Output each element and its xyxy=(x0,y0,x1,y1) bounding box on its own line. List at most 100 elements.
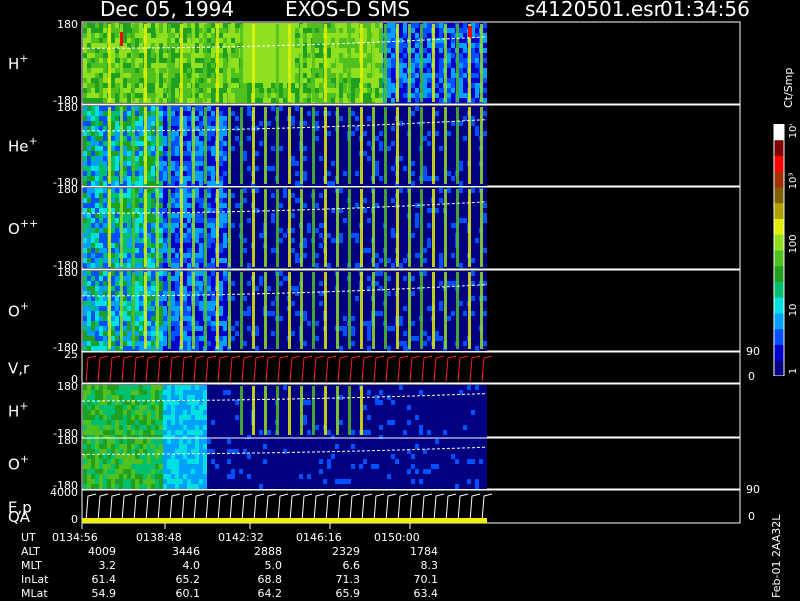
spectrogram-cell xyxy=(387,121,391,126)
spectrogram-cell xyxy=(183,156,187,161)
spectrogram-cell xyxy=(243,218,247,223)
spectrogram-cell xyxy=(219,98,223,103)
spectrogram-cell xyxy=(463,203,467,208)
spectrogram-cell xyxy=(327,161,331,166)
spectrogram-cell xyxy=(91,181,95,186)
spectrogram-cell xyxy=(103,43,107,48)
spectrogram-cell xyxy=(439,98,443,103)
spectrogram-cell xyxy=(475,48,479,53)
spectrogram-cell xyxy=(159,141,163,146)
spectrogram-cell xyxy=(403,248,407,253)
spectrogram-cell xyxy=(295,33,299,38)
spectrogram-cell xyxy=(327,73,331,78)
spectrogram-cell xyxy=(427,63,431,68)
spectrogram-cell xyxy=(463,198,467,203)
spectrogram-cell xyxy=(295,78,299,83)
spectrogram-cell xyxy=(411,243,415,248)
spectrogram-cell xyxy=(403,203,407,208)
spectrogram-cell xyxy=(99,73,103,78)
spectrogram-cell xyxy=(195,253,199,258)
spectrogram-cell xyxy=(91,48,95,53)
spectrogram-cell xyxy=(267,136,271,141)
spectrogram-cell xyxy=(235,43,239,48)
spectrogram-cell xyxy=(95,161,99,166)
spectrogram-cell xyxy=(279,83,283,88)
spectrogram-cell xyxy=(235,193,239,198)
spectrogram-cell xyxy=(327,243,331,248)
spectrogram-cell xyxy=(427,58,431,63)
spectrogram-cell xyxy=(231,121,235,126)
spectrogram-cell xyxy=(95,253,99,258)
spectrogram-cell xyxy=(183,93,187,98)
spectrogram-cell xyxy=(115,243,119,248)
spectrogram-cell xyxy=(343,166,347,171)
spectrogram-cell xyxy=(95,63,99,68)
spectrogram-cell xyxy=(151,243,155,248)
spectrogram-cell xyxy=(99,78,103,83)
spectrogram-cell xyxy=(195,68,199,73)
spectrogram-cell xyxy=(375,156,379,161)
spectrogram-cell xyxy=(343,193,347,198)
spectrogram-cell xyxy=(463,166,467,171)
spectrogram-cell xyxy=(427,73,431,78)
spectrogram-cell xyxy=(291,161,295,166)
spectrogram-cell xyxy=(195,161,199,166)
spectrogram-cell xyxy=(483,58,487,63)
spectrogram-cell xyxy=(447,111,451,116)
spectrogram-cell xyxy=(427,188,431,193)
spectrogram-cell xyxy=(219,53,223,58)
spectrogram-cell xyxy=(267,181,271,186)
spectrogram-cell xyxy=(435,203,439,208)
spectrogram-cell xyxy=(91,248,95,253)
spectrogram-cell xyxy=(147,146,151,151)
spectrogram-cell xyxy=(123,23,127,28)
spectrogram-cell xyxy=(415,58,419,63)
spectrogram-cell xyxy=(83,116,87,121)
spectrogram-cell xyxy=(87,156,91,161)
spectrogram-cell xyxy=(283,233,287,238)
spectrogram-cell xyxy=(139,98,143,103)
spectrogram-cell xyxy=(91,63,95,68)
spectrogram-cell xyxy=(279,98,283,103)
spectrogram-cell xyxy=(267,23,271,28)
spectrogram-cell xyxy=(103,93,107,98)
spectrogram-cell xyxy=(319,146,323,151)
plot-area: H+180-180He+180-180O++180-180O+180-180V,… xyxy=(8,18,760,529)
spectrogram-cell xyxy=(83,258,87,263)
spectrogram-cell xyxy=(259,233,263,238)
spectrogram-cell xyxy=(87,136,91,141)
spectrogram-cell xyxy=(463,263,467,268)
spectrogram-cell xyxy=(127,98,131,103)
spectrogram-cell xyxy=(83,63,87,68)
spectrogram-cell xyxy=(171,203,175,208)
spectrogram-cell xyxy=(87,296,91,301)
spectrogram-cell xyxy=(379,233,383,238)
spectrogram-cell xyxy=(151,33,155,38)
spectrogram-cell xyxy=(123,243,127,248)
spectrogram-cell xyxy=(427,116,431,121)
spectrogram-cell xyxy=(231,161,235,166)
modulation-stripe xyxy=(288,24,291,102)
spectrogram-cell xyxy=(95,218,99,223)
spectrogram-cell xyxy=(111,131,115,136)
spectrogram-cell xyxy=(379,161,383,166)
spectrogram-cell xyxy=(103,126,107,131)
spectrogram-cell xyxy=(391,48,395,53)
spectrogram-cell xyxy=(135,181,139,186)
spectrogram-cell xyxy=(243,28,247,33)
spectrogram-cell xyxy=(207,88,211,93)
spectrogram-cell xyxy=(355,28,359,33)
spectrogram-cell xyxy=(307,111,311,116)
spectrogram-cell xyxy=(139,203,143,208)
spectrogram-cell xyxy=(163,146,167,151)
spectrogram-cell xyxy=(283,116,287,121)
spectrogram-cell xyxy=(111,23,115,28)
spectrogram-cell xyxy=(103,171,107,176)
spectrogram-cell xyxy=(319,83,323,88)
spectrogram-cell xyxy=(375,33,379,38)
spectrogram-cell xyxy=(435,73,439,78)
spectrogram-cell xyxy=(343,248,347,253)
spectrogram-cell xyxy=(171,188,175,193)
spectrogram-cell xyxy=(463,78,467,83)
spectrogram-cell xyxy=(115,213,119,218)
